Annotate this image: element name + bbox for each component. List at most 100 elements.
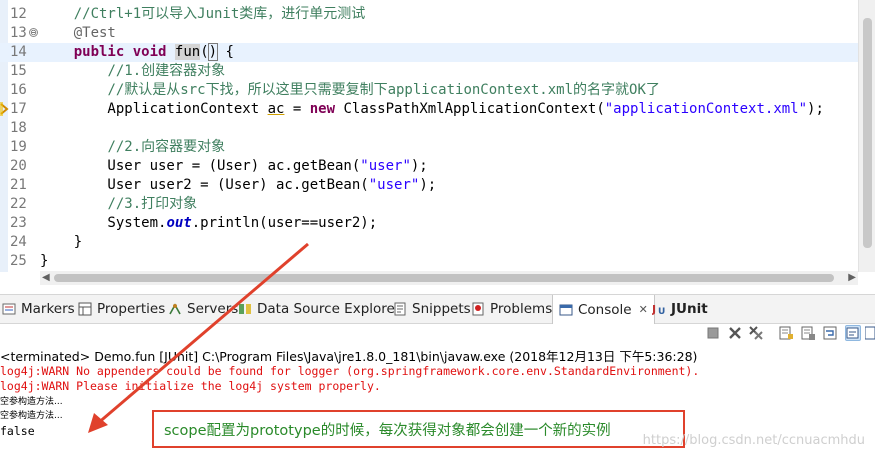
code-text: //1.创建容器对象 [40, 62, 225, 81]
code-text: //Ctrl+1可以导入Junit类库，进行单元测试 [40, 5, 366, 24]
scroll-right-icon[interactable]: ▶ [848, 271, 856, 285]
console-process-status: <terminated> Demo.fun [JUnit] C:\Program… [0, 349, 698, 364]
code-token: @Test [73, 25, 116, 41]
code-text: public void fun() { [40, 43, 234, 62]
console-line: log4j:WARN Please initialize the log4j s… [0, 379, 381, 393]
tab-servers[interactable]: Servers [168, 295, 238, 323]
code-text: @Test [40, 24, 116, 43]
code-text: User user2 = (User) ac.getBean("user"); [40, 176, 436, 195]
remove-launch-icon[interactable] [727, 325, 743, 341]
code-token: void [132, 44, 167, 60]
junit-icon: JU [651, 302, 667, 317]
line-number: 23 [10, 215, 27, 231]
stop-icon[interactable] [705, 325, 721, 341]
code-line[interactable]: 25} [0, 252, 875, 271]
code-line[interactable]: 22 //3.打印对象 [0, 195, 875, 214]
code-line[interactable]: 12 //Ctrl+1可以导入Junit类库，进行单元测试 [0, 5, 875, 24]
svg-text:J: J [652, 303, 656, 316]
code-token: ClassPathXmlApplicationContext( [335, 101, 605, 117]
warning-marker-icon[interactable] [0, 102, 10, 116]
line-number: 18 [10, 120, 27, 136]
code-token: out [166, 215, 192, 231]
code-token: //默认是从src下找，所以这里只需要复制下applicationContext… [107, 82, 660, 98]
code-token: } [40, 253, 49, 269]
code-line[interactable]: 20 User user = (User) ac.getBean("user")… [0, 157, 875, 176]
code-line[interactable]: 15 //1.创建容器对象 [0, 62, 875, 81]
tab-label: Problems [490, 301, 553, 317]
console-line: 空参构造方法... [0, 411, 63, 421]
annotation-callout: scope配置为prototype的时候，每次获得对象都会创建一个新的实例 [152, 410, 685, 448]
code-line[interactable]: 14 public void fun() { [0, 43, 875, 62]
code-token: ( [200, 44, 209, 60]
code-line[interactable]: 19 //2.向容器要对象 [0, 138, 875, 157]
svg-text:U: U [658, 307, 665, 316]
code-line[interactable]: 16 //默认是从src下找，所以这里只需要复制下applicationCont… [0, 81, 875, 100]
scroll-left-icon[interactable]: ◀ [42, 271, 50, 285]
code-token: //1.创建容器对象 [107, 63, 226, 79]
code-text: } [40, 233, 82, 252]
code-line[interactable]: 17 ApplicationContext ac = new ClassPath… [0, 100, 875, 119]
line-number: 25 [10, 253, 27, 269]
markers-icon [2, 302, 17, 316]
servers-icon [168, 302, 183, 316]
tab-markers[interactable]: Markers [2, 295, 75, 323]
word-wrap-icon[interactable] [822, 325, 838, 341]
editor-horizontal-scroll-thumb[interactable] [54, 274, 834, 282]
show-console-on-error-icon[interactable] [864, 325, 875, 341]
view-tab-bar: Markers Properties Servers Data Source E… [0, 294, 875, 324]
code-text: //默认是从src下找，所以这里只需要复制下applicationContext… [40, 81, 660, 100]
console-icon [559, 303, 574, 317]
tab-junit[interactable]: JU JUnit [651, 295, 708, 323]
editor-vertical-scrollbar[interactable] [858, 0, 875, 272]
editor-horizontal-scrollbar[interactable]: ◀ ▶ [40, 271, 858, 285]
code-token: ) [207, 43, 219, 61]
line-number: 17 [10, 101, 27, 117]
line-number: 21 [10, 177, 27, 193]
snippets-icon [393, 302, 408, 316]
data-source-explorer-icon [238, 302, 253, 316]
tab-console[interactable]: Console ✕ [552, 295, 655, 324]
tab-data-source-explorer[interactable]: Data Source Explorer [238, 295, 400, 323]
code-line[interactable]: 21 User user2 = (User) ac.getBean("user"… [0, 176, 875, 195]
code-token: "applicationContext.xml" [604, 101, 808, 117]
code-token: ); [807, 101, 824, 117]
code-editor[interactable]: 12 //Ctrl+1可以导入Junit类库，进行单元测试 13 ⊖ @Test 14… [0, 0, 875, 272]
console-line: log4j:WARN No appenders could be found f… [0, 364, 700, 378]
close-icon[interactable]: ✕ [639, 303, 648, 316]
code-token: } [40, 234, 83, 250]
code-token: "user" [368, 177, 420, 193]
editor-vertical-scroll-thumb[interactable] [863, 18, 872, 248]
code-token: //3.打印对象 [107, 196, 198, 212]
scroll-lock-icon[interactable] [800, 325, 816, 341]
properties-icon [78, 302, 93, 316]
remove-all-terminated-icon[interactable] [748, 325, 764, 341]
fold-collapse-icon[interactable]: ⊖ [29, 28, 38, 37]
annotation-text: scope配置为prototype的时候，每次获得对象都会创建一个新的实例 [164, 422, 611, 439]
line-number: 14 [10, 44, 27, 60]
line-number: 16 [10, 82, 27, 98]
code-line[interactable]: 18 [0, 119, 875, 138]
line-number: 19 [10, 139, 27, 155]
tab-label: Console [578, 301, 632, 318]
code-line[interactable]: 13 ⊖ @Test [0, 24, 875, 43]
clear-console-icon[interactable] [778, 325, 794, 341]
tab-problems[interactable]: Problems [471, 295, 552, 323]
code-token: ); [410, 158, 428, 174]
problems-icon [471, 302, 486, 316]
code-line[interactable]: 23 System.out.println(user==user2); [0, 214, 875, 233]
code-text: User user = (User) ac.getBean("user"); [40, 157, 428, 176]
tab-label: Servers [187, 301, 239, 317]
code-token: public [73, 44, 125, 60]
code-line[interactable]: 24 } [0, 233, 875, 252]
tab-snippets[interactable]: Snippets [393, 295, 471, 323]
tab-properties[interactable]: Properties [78, 295, 165, 323]
code-token: ApplicationContext [40, 101, 268, 117]
show-console-on-output-icon[interactable] [845, 325, 861, 341]
code-token: new [309, 101, 336, 117]
line-number: 12 [10, 6, 27, 22]
